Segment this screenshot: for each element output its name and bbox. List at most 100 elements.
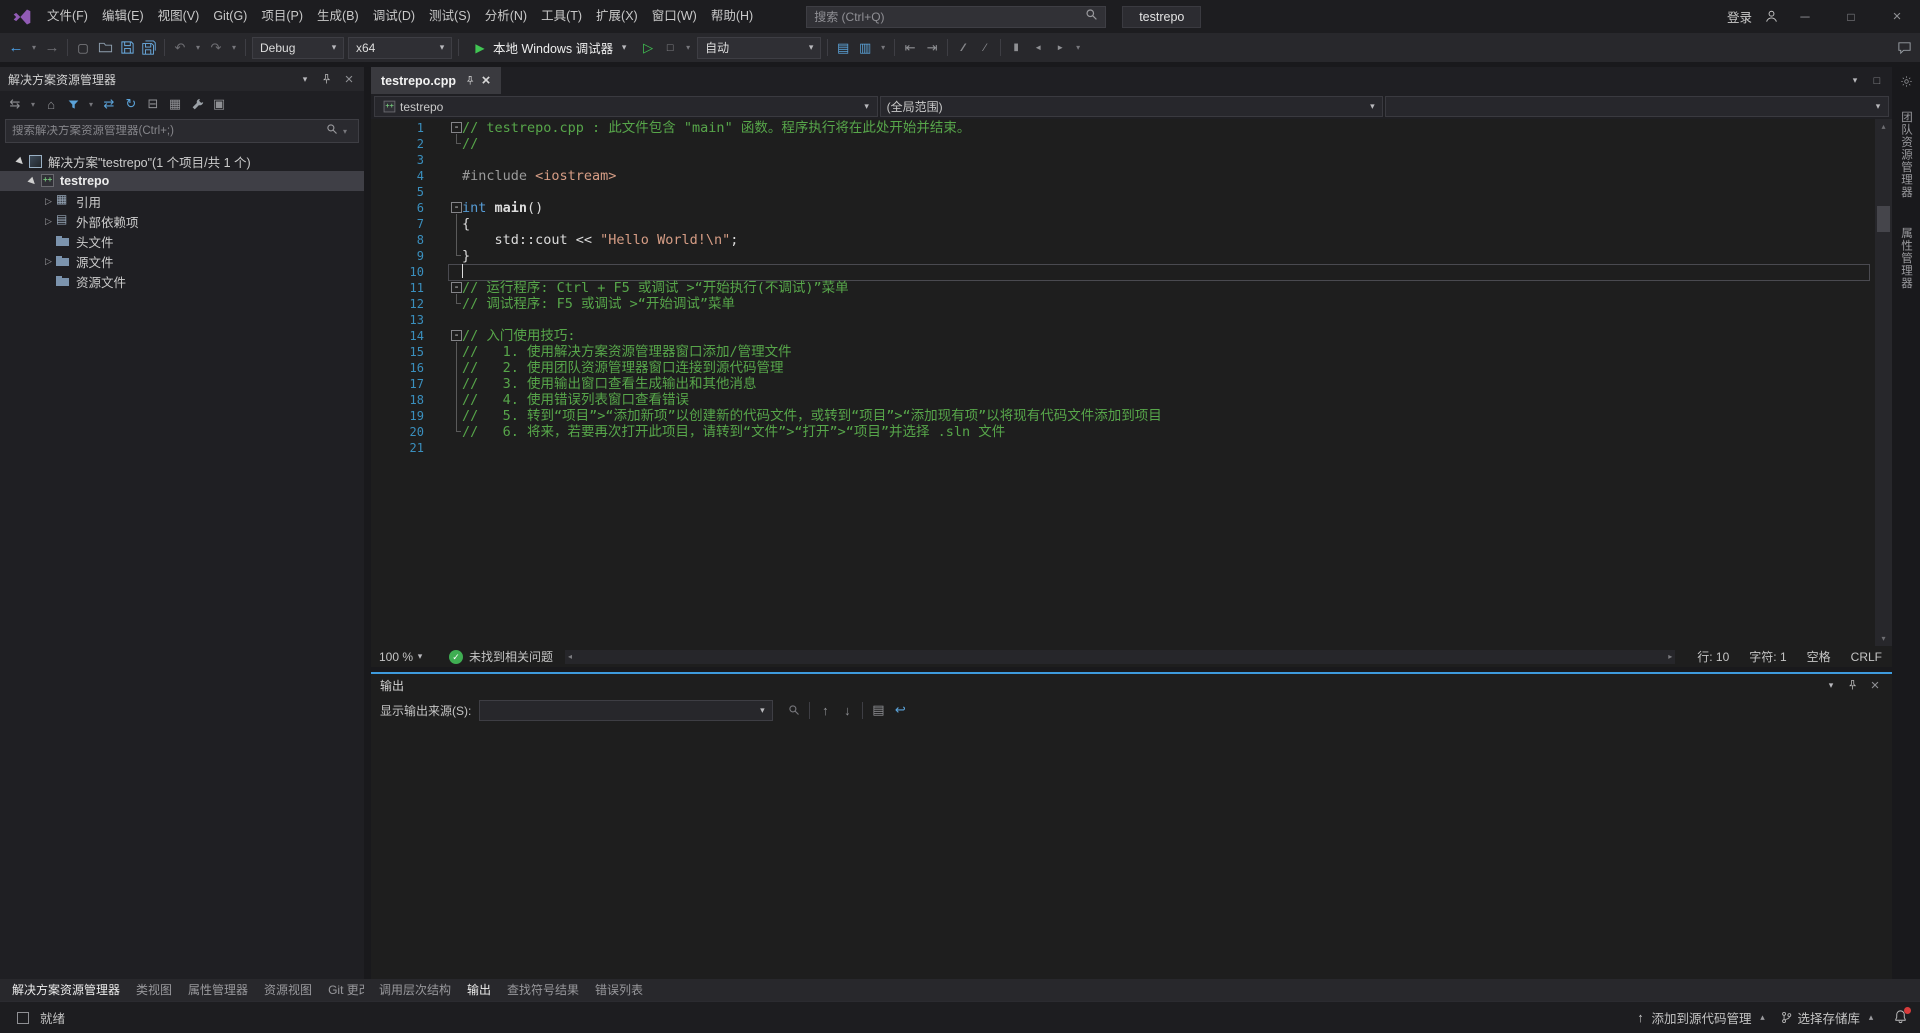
line-number[interactable]: 13	[371, 312, 424, 328]
increase-indent-icon[interactable]	[921, 37, 943, 59]
close-icon[interactable]	[1864, 674, 1886, 696]
editor-vertical-scrollbar[interactable]: ▴ ▾	[1875, 119, 1892, 646]
chevron-down-icon[interactable]	[681, 37, 695, 59]
filter-icon[interactable]	[62, 93, 84, 115]
line-number[interactable]: 21	[371, 440, 424, 456]
redo-icon[interactable]	[205, 37, 227, 59]
menu-item[interactable]: 测试(S)	[422, 0, 478, 33]
panel-tab[interactable]: 错误列表	[587, 979, 651, 1001]
properties-icon[interactable]	[186, 93, 208, 115]
line-number[interactable]: 14	[371, 328, 424, 344]
vertical-splitter[interactable]	[364, 67, 371, 979]
line-number[interactable]: 18	[371, 392, 424, 408]
line-number[interactable]: 19	[371, 408, 424, 424]
chevron-collapsed-icon[interactable]: ▷	[42, 256, 55, 267]
tree-item[interactable]: ▷引用	[0, 191, 364, 211]
scrollbar-thumb[interactable]	[1877, 206, 1890, 232]
autohide-tab[interactable]: 属性管理器	[1898, 218, 1914, 299]
pin-icon[interactable]	[316, 68, 338, 90]
line-number[interactable]: 5	[371, 184, 424, 200]
menu-item[interactable]: 文件(F)	[40, 0, 95, 33]
toggle-word-wrap-icon[interactable]	[889, 699, 911, 721]
line-number[interactable]: 16	[371, 360, 424, 376]
quick-search-box[interactable]	[806, 6, 1106, 28]
chevron-down-icon[interactable]	[26, 93, 40, 115]
person-icon[interactable]	[1760, 6, 1782, 28]
close-icon[interactable]	[338, 68, 360, 90]
line-number[interactable]: 2	[371, 136, 424, 152]
code-line[interactable]: 2//	[371, 136, 1874, 152]
line-number[interactable]: 8	[371, 232, 424, 248]
save-all-icon[interactable]	[138, 37, 160, 59]
performance-profiler-icon[interactable]	[659, 37, 681, 59]
panel-tab[interactable]: 类视图	[128, 979, 180, 1001]
menu-item[interactable]: 工具(T)	[534, 0, 589, 33]
close-button[interactable]	[1874, 0, 1920, 33]
code-line[interactable]: 7{	[371, 216, 1874, 232]
pin-icon[interactable]	[1842, 674, 1864, 696]
type-scope-combo[interactable]: (全局范围)	[880, 96, 1384, 117]
zoom-selector[interactable]: 100 %	[379, 646, 427, 668]
code-line[interactable]: 12// 调试程序: F5 或调试 >“开始调试”菜单	[371, 296, 1874, 312]
chevron-down-icon[interactable]	[876, 37, 890, 59]
feedback-icon[interactable]	[1893, 37, 1915, 59]
fold-toggle-icon[interactable]: -	[451, 202, 462, 213]
panel-tab[interactable]: 属性管理器	[180, 979, 256, 1001]
line-number[interactable]: 3	[371, 152, 424, 168]
tab-testrepo-cpp[interactable]: testrepo.cpp	[371, 67, 501, 94]
collapse-all-icon[interactable]	[142, 93, 164, 115]
pin-icon[interactable]	[462, 70, 478, 92]
select-repository-button[interactable]: 选择存储库	[1774, 1007, 1883, 1029]
chevron-down-icon[interactable]	[84, 93, 98, 115]
code-line[interactable]: 15// 1. 使用解决方案资源管理器窗口添加/管理文件	[371, 344, 1874, 360]
code-line[interactable]: 10	[371, 264, 1874, 280]
chevron-collapsed-icon[interactable]: ▷	[42, 216, 55, 227]
line-number[interactable]: 15	[371, 344, 424, 360]
code-line[interactable]: 6-int main()	[371, 200, 1874, 216]
column-indicator[interactable]: 字符: 1	[1739, 648, 1796, 665]
line-number[interactable]: 6	[371, 200, 424, 216]
panel-tab[interactable]: 调用层次结构	[371, 979, 459, 1001]
tree-item[interactable]: 资源文件	[0, 271, 364, 291]
code-line[interactable]: 3	[371, 152, 1874, 168]
tree-item[interactable]: ▶解决方案"testrepo"(1 个项目/共 1 个)	[0, 151, 364, 171]
code-line[interactable]: 13	[371, 312, 1874, 328]
tree-item[interactable]: ▷外部依赖项	[0, 211, 364, 231]
member-scope-combo[interactable]	[1385, 96, 1889, 117]
find-message-icon[interactable]	[783, 699, 805, 721]
code-line[interactable]: 19// 5. 转到“项目”>“添加新项”以创建新的代码文件，或转到“项目”>“…	[371, 408, 1874, 424]
line-number[interactable]: 11	[371, 280, 424, 296]
solution-explorer-search-input[interactable]	[12, 125, 326, 137]
line-number[interactable]: 17	[371, 376, 424, 392]
menu-item[interactable]: 视图(V)	[151, 0, 207, 33]
preview-selected-items-icon[interactable]	[208, 93, 230, 115]
sync-with-active-document-icon[interactable]	[98, 93, 120, 115]
uncomment-selection-icon[interactable]	[974, 37, 996, 59]
menu-item[interactable]: 帮助(H)	[704, 0, 760, 33]
menu-item[interactable]: 调试(D)	[366, 0, 422, 33]
code-line[interactable]: 5	[371, 184, 1874, 200]
new-file-icon[interactable]	[72, 37, 94, 59]
scroll-left-icon[interactable]: ◂	[568, 652, 572, 661]
tree-item[interactable]: ▷源文件	[0, 251, 364, 271]
open-file-icon[interactable]	[94, 37, 116, 59]
autohide-tab[interactable]: 团队资源管理器	[1898, 102, 1914, 208]
add-to-source-control-button[interactable]: 添加到源代码管理	[1628, 1007, 1774, 1029]
panel-tab[interactable]: 解决方案资源管理器	[4, 979, 128, 1001]
line-number[interactable]: 7	[371, 216, 424, 232]
panel-tab[interactable]: 输出	[459, 979, 499, 1001]
menu-item[interactable]: 编辑(E)	[95, 0, 151, 33]
navigate-forward-icon[interactable]	[41, 37, 63, 59]
editor-horizontal-scrollbar[interactable]: ◂ ▸	[565, 650, 1675, 664]
panel-tab[interactable]: Git 更改	[320, 979, 364, 1001]
toolbar-options-icon[interactable]	[1071, 37, 1085, 59]
toggle-bookmark-icon[interactable]	[1005, 37, 1027, 59]
parameter-info-icon[interactable]	[854, 37, 876, 59]
code-line[interactable]: 1-// testrepo.cpp : 此文件包含 "main" 函数。程序执行…	[371, 120, 1874, 136]
close-tab-icon[interactable]	[478, 70, 494, 92]
code-line[interactable]: 16// 2. 使用团队资源管理器窗口连接到源代码管理	[371, 360, 1874, 376]
tree-item[interactable]: 头文件	[0, 231, 364, 251]
decrease-indent-icon[interactable]	[899, 37, 921, 59]
menu-item[interactable]: 窗口(W)	[645, 0, 704, 33]
maximize-button[interactable]	[1828, 0, 1874, 33]
